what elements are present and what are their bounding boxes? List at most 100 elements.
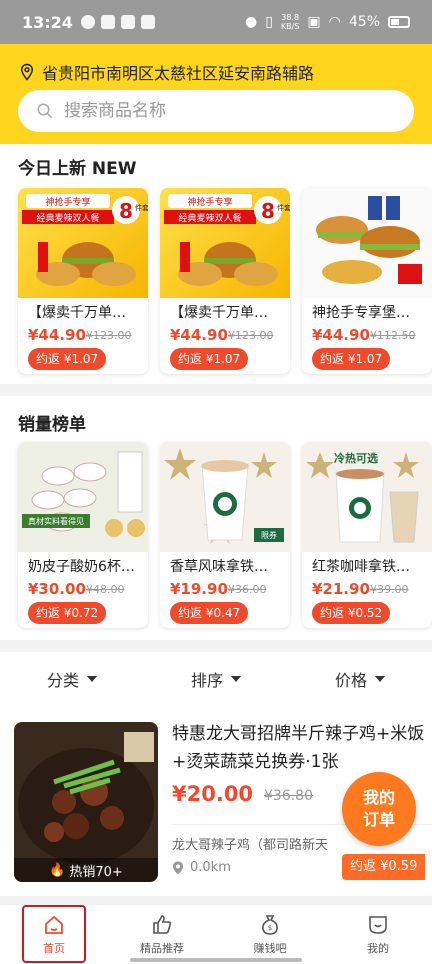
crown-icon — [100, 15, 115, 29]
header: 省贵阳市南明区太慈社区延安南路辅路 — [0, 44, 432, 144]
filter-bar: 分类 排序 价格 — [0, 652, 432, 706]
svg-text:8: 8 — [119, 199, 133, 223]
product-card[interactable]: 神抢手专享 经典麦辣双人餐 8 件套 【爆卖千万单… ¥44.90 ¥123.0… — [160, 188, 290, 374]
location-status-icon: ● — [244, 14, 258, 30]
product-price: ¥44.90 — [28, 326, 86, 344]
smile-icon — [369, 916, 387, 934]
svg-text:真材实料看得见: 真材实料看得见 — [28, 516, 84, 526]
filter-category[interactable]: 分类 — [0, 667, 144, 691]
svg-text:限券: 限券 — [261, 530, 277, 540]
rebate-badge: 约返 ¥1.07 — [28, 348, 107, 370]
money-bag-icon: $ — [262, 915, 278, 935]
product-price: ¥44.90 — [170, 326, 228, 344]
home-indicator — [130, 958, 302, 962]
hot-sale-badge: 🔥 热销70+ — [14, 858, 158, 882]
product-original-price: ¥36.00 — [228, 583, 267, 596]
product-image: 限券 — [160, 442, 290, 552]
rebate-badge: 约返 ¥1.07 — [312, 348, 391, 370]
wifi-icon: ◠ — [328, 14, 341, 30]
product-card[interactable]: 神抢手专享堡… ¥44.90 ¥112.50 约返 ¥1.07 — [302, 188, 432, 374]
product-image: 🔥 热销70+ — [14, 722, 158, 882]
svg-text:神抢手专享: 神抢手专享 — [187, 196, 232, 208]
product-original-price: ¥123.00 — [86, 329, 132, 342]
app-icon — [120, 15, 135, 29]
svg-text:件套: 件套 — [277, 203, 290, 212]
vibrate-icon: ▯ — [265, 14, 273, 30]
product-name: 【爆卖千万单… — [28, 305, 126, 321]
status-bar: 13:24 ● ▯ 38.8 KB/S ▣ ◠ 45% — [0, 0, 432, 44]
svg-text:经典麦辣双人餐: 经典麦辣双人餐 — [178, 212, 241, 224]
product-price: ¥19.90 — [170, 580, 228, 598]
play-icon — [140, 15, 155, 29]
product-image: 冷热可选 — [302, 442, 432, 552]
status-time: 13:24 — [22, 12, 73, 32]
product-image: 神抢手专享 经典麦辣双人餐 8 件套 — [160, 188, 290, 298]
product-card[interactable]: 限券 香草风味拿铁… ¥19.90 ¥36.00 约返 ¥0.47 — [160, 442, 290, 628]
rebate-badge: 约返 ¥0.59 — [342, 854, 426, 880]
product-image: 神抢手专享 经典麦辣双人餐 8 件套 — [18, 188, 148, 298]
battery-icon — [388, 16, 410, 28]
distance: 0.0km — [172, 860, 231, 875]
section-title: 销量榜单 — [18, 415, 86, 435]
shop-name: 龙大哥辣子鸡（都司路新天 — [172, 838, 329, 853]
battery-percent: 45% — [348, 14, 380, 30]
product-price: ¥20.00 — [172, 782, 254, 806]
svg-text:神抢手专享: 神抢手专享 — [45, 196, 90, 208]
product-name: 【爆卖千万单… — [170, 305, 268, 321]
product-title: 特惠龙大哥招牌半斤辣子鸡+米饭+烫菜蔬菜兑换券·1张 — [172, 724, 425, 772]
today-new-section: 今日上新 NEW 神抢手专享 经典麦辣双人餐 8 件套 【爆卖千万单… ¥44.… — [0, 144, 432, 384]
product-original-price: ¥123.00 — [228, 329, 274, 342]
chevron-down-icon — [375, 676, 385, 682]
tab-home[interactable]: 首页 — [0, 905, 108, 964]
product-price: ¥21.90 — [312, 580, 370, 598]
product-name: 红茶咖啡拿铁… — [312, 559, 410, 575]
product-card[interactable]: 冷热可选 红茶咖啡拿铁… ¥21.90 ¥39.00 约返 ¥0.52 — [302, 442, 432, 628]
product-original-price: ¥48.00 — [86, 583, 125, 596]
my-order-button[interactable]: 我的 订单 — [342, 772, 416, 846]
product-price: ¥44.90 — [312, 326, 370, 344]
notification-icons — [80, 15, 155, 29]
filter-sort[interactable]: 排序 — [144, 667, 288, 691]
product-original-price: ¥36.80 — [264, 788, 313, 804]
search-input[interactable] — [64, 101, 364, 121]
section-title: 今日上新 NEW — [18, 159, 137, 179]
rebate-badge: 约返 ¥1.07 — [170, 348, 249, 370]
net-speed: 38.8 KB/S — [280, 13, 300, 31]
product-image — [302, 188, 432, 298]
svg-text:$: $ — [268, 924, 272, 932]
svg-text:件套: 件套 — [135, 203, 148, 212]
location-pin-icon — [20, 63, 34, 81]
product-original-price: ¥39.00 — [370, 583, 409, 596]
search-bar[interactable] — [18, 90, 414, 132]
product-original-price: ¥112.50 — [370, 329, 416, 342]
fire-icon: 🔥 — [49, 862, 66, 878]
thumbs-up-icon — [153, 915, 172, 934]
product-card[interactable]: 神抢手专享 经典麦辣双人餐 8 件套 【爆卖千万单… ¥44.90 ¥123.0… — [18, 188, 148, 374]
product-image: 真材实料看得见 — [18, 442, 148, 552]
notification-icon — [80, 15, 95, 29]
product-card[interactable]: 真材实料看得见 奶皮子酸奶6杯… ¥30.00 ¥48.00 约返 ¥0.72 — [18, 442, 148, 628]
tab-mine[interactable]: 我的 — [324, 905, 432, 964]
location-text: 省贵阳市南明区太慈社区延安南路辅路 — [42, 64, 315, 83]
highlight-box — [22, 905, 86, 963]
svg-text:经典麦辣双人餐: 经典麦辣双人餐 — [36, 212, 99, 224]
product-name: 香草风味拿铁… — [170, 559, 268, 575]
product-name: 神抢手专享堡… — [312, 305, 410, 321]
tab-recommend[interactable]: 精品推荐 — [108, 905, 216, 964]
product-price: ¥30.00 — [28, 580, 86, 598]
chevron-down-icon — [87, 676, 97, 682]
rebate-badge: 约返 ¥0.72 — [28, 602, 107, 624]
location-pin-icon — [173, 861, 183, 874]
search-icon — [37, 103, 53, 119]
sales-rank-section: 销量榜单 真材实料看得见 奶皮子酸奶6杯… ¥30.00 ¥48.00 约返 ¥… — [0, 396, 432, 640]
location-selector[interactable]: 省贵阳市南明区太慈社区延安南路辅路 — [18, 60, 314, 84]
svg-text:8: 8 — [261, 199, 275, 223]
filter-price[interactable]: 价格 — [288, 667, 432, 691]
tab-earn[interactable]: $ 赚钱吧 — [216, 905, 324, 964]
chevron-down-icon — [231, 676, 241, 682]
sales-rank-list: 真材实料看得见 奶皮子酸奶6杯… ¥30.00 ¥48.00 约返 ¥0.72 — [18, 442, 432, 628]
svg-text:冷热可选: 冷热可选 — [334, 451, 378, 465]
bottom-tab-bar: 首页 精品推荐 $ 赚钱吧 我的 — [0, 904, 432, 964]
rebate-badge: 约返 ¥0.52 — [312, 602, 391, 624]
today-new-list: 神抢手专享 经典麦辣双人餐 8 件套 【爆卖千万单… ¥44.90 ¥123.0… — [18, 188, 432, 374]
